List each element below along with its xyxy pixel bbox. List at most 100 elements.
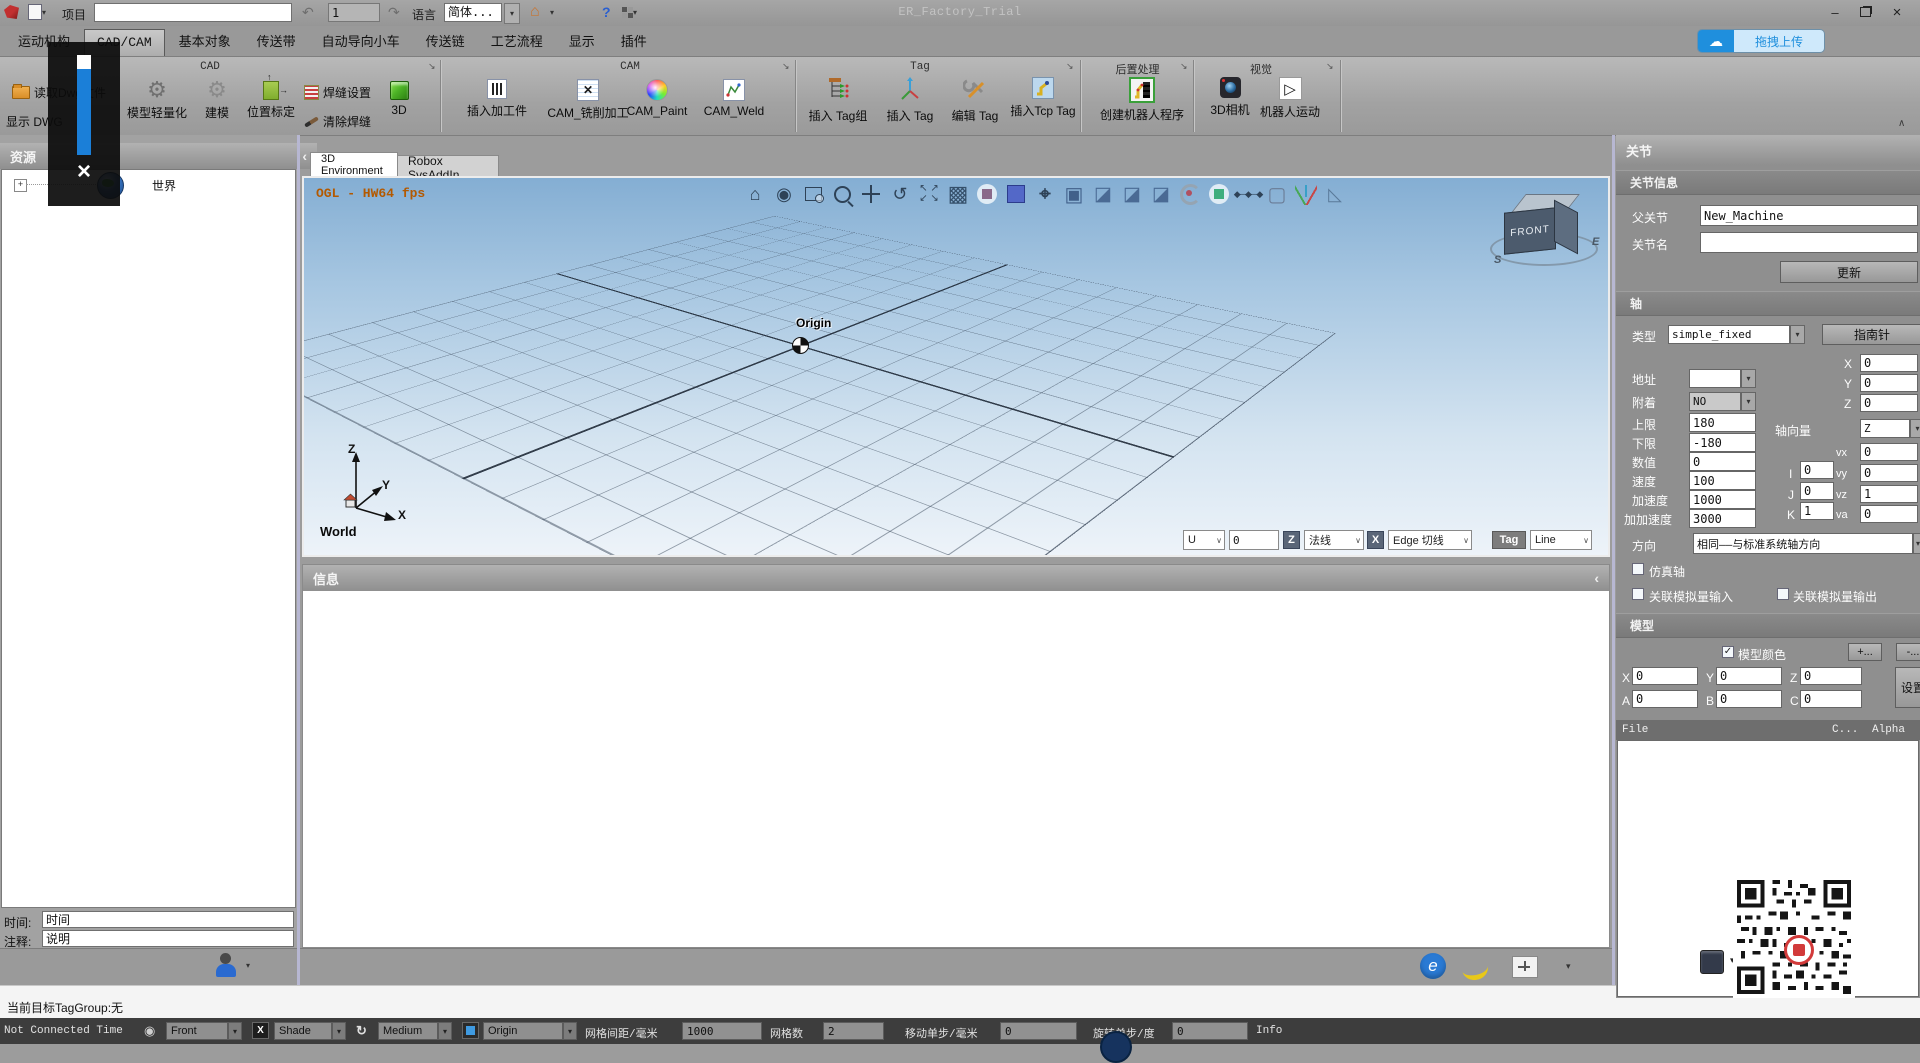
model-settings-button[interactable]: 设置 xyxy=(1895,667,1920,708)
insert-tcp-tag-button[interactable]: 插入Tcp Tag xyxy=(1008,77,1078,119)
x-toggle-button[interactable]: X xyxy=(1367,531,1384,549)
panel-robot-icon[interactable] xyxy=(1700,950,1724,974)
menu-tab-display[interactable]: 显示 xyxy=(557,26,607,56)
value-input[interactable] xyxy=(1689,452,1756,471)
edge-select[interactable]: Edge 切线 xyxy=(1388,530,1472,550)
select-rect-icon[interactable] xyxy=(1005,183,1027,205)
attach-select[interactable]: NO xyxy=(1689,392,1741,411)
swoosh-icon[interactable] xyxy=(1460,955,1490,983)
cad-dialog-launcher-icon[interactable]: ↘ xyxy=(428,61,436,72)
create-robot-program-button[interactable]: 创建机器人程序 xyxy=(1096,77,1188,123)
reference-icon-button[interactable] xyxy=(462,1022,479,1039)
alpha-column[interactable]: Alpha xyxy=(1872,724,1905,736)
u-select[interactable]: U xyxy=(1183,530,1225,550)
add-model-button[interactable]: +... xyxy=(1848,643,1882,661)
i-input[interactable] xyxy=(1800,461,1834,479)
robot-motion-button[interactable]: ▷ 机器人运动 xyxy=(1256,77,1324,120)
tag-dialog-launcher-icon[interactable]: ↘ xyxy=(1066,61,1074,72)
target-icon[interactable]: ⌖ xyxy=(1034,183,1056,205)
minimize-button[interactable]: – xyxy=(1820,2,1850,22)
note-input[interactable] xyxy=(42,930,294,947)
view-cube-letter-s[interactable]: S xyxy=(1494,254,1501,266)
remove-model-button[interactable]: -... xyxy=(1896,643,1920,661)
menu-tab-plugins[interactable]: 插件 xyxy=(609,26,659,56)
floating-assistant-button[interactable] xyxy=(1100,1031,1132,1063)
insert-tag-button[interactable]: 插入 Tag xyxy=(880,77,940,124)
vx-input[interactable] xyxy=(1860,443,1918,461)
origin-arrow[interactable]: ▾ xyxy=(563,1022,577,1040)
z-toggle-button[interactable]: Z xyxy=(1283,531,1300,549)
ribbon-collapse-icon[interactable]: ∧ xyxy=(1898,118,1905,129)
menu-tab-chain[interactable]: 传送链 xyxy=(414,26,477,56)
grid-spacing-input[interactable] xyxy=(682,1022,762,1040)
close-button[interactable]: × xyxy=(1882,2,1912,22)
shade-mode-arrow[interactable]: ▾ xyxy=(332,1022,346,1040)
va-input[interactable] xyxy=(1860,505,1918,523)
address-select[interactable] xyxy=(1689,369,1741,388)
direction-select[interactable]: 相同——与标准系统轴方向 xyxy=(1693,533,1913,554)
tree-expand-icon[interactable]: + xyxy=(14,179,27,192)
view-direction-select[interactable]: Front xyxy=(166,1022,228,1040)
3d-viewport[interactable]: OGL - HW64 fps ⌂ ◉ ↺ ↖ ↗↙ ↘ ▩ ⌖ ▣ ◪ ◪ ◪ … xyxy=(302,176,1610,557)
view-cube[interactable]: FRONT S E xyxy=(1512,194,1582,274)
rotate-view-icon[interactable]: ↺ xyxy=(889,183,911,205)
j-input[interactable] xyxy=(1800,482,1834,500)
position-calibration-button[interactable]: 位置标定 xyxy=(244,81,298,120)
sidebar-divider[interactable] xyxy=(297,135,300,985)
restore-button[interactable] xyxy=(1850,2,1880,22)
weld-settings-button[interactable]: 焊缝设置 xyxy=(304,84,371,101)
strip-chevron-icon[interactable]: ▾ xyxy=(1566,961,1571,972)
x-input[interactable] xyxy=(1860,354,1918,372)
zoom-icon[interactable] xyxy=(831,183,853,205)
rotate-point-icon[interactable] xyxy=(1179,183,1201,205)
z-input[interactable] xyxy=(1860,394,1918,412)
view-eye-icon[interactable]: ◉ xyxy=(773,183,795,205)
model-y-input[interactable] xyxy=(1716,667,1782,685)
view-cube-front-face[interactable]: FRONT xyxy=(1504,207,1556,254)
quality-arrow[interactable]: ▾ xyxy=(438,1022,452,1040)
vz-input[interactable] xyxy=(1860,485,1918,503)
path-points-icon[interactable]: ◆─◆─◆ xyxy=(1237,183,1259,205)
box-points-icon[interactable]: ▢ xyxy=(1266,183,1288,205)
axis-vector-select[interactable]: Z xyxy=(1860,419,1910,438)
line-select[interactable]: Line xyxy=(1530,530,1592,550)
color-column[interactable]: C... xyxy=(1832,724,1858,736)
clip-plane-x-icon[interactable]: ◪ xyxy=(1092,183,1114,205)
menu-tab-basic-objects[interactable]: 基本对象 xyxy=(167,26,243,56)
tree-node-world[interactable]: 世界 xyxy=(152,177,176,194)
normal-select[interactable]: 法线 xyxy=(1304,530,1364,550)
clear-weld-button[interactable]: 清除焊缝 xyxy=(304,113,371,130)
tag-button[interactable]: Tag xyxy=(1492,531,1526,549)
status-x-button[interactable]: X xyxy=(252,1022,269,1039)
browser-globe-icon[interactable]: e xyxy=(1420,953,1446,979)
speed-input[interactable] xyxy=(1689,471,1756,490)
view-direction-arrow[interactable]: ▾ xyxy=(228,1022,242,1040)
model-a-input[interactable] xyxy=(1632,690,1698,708)
model-z-input[interactable] xyxy=(1800,667,1862,685)
analog-in-checkbox[interactable] xyxy=(1632,588,1644,600)
operator-chevron-icon[interactable]: ▾ xyxy=(246,961,250,970)
post-dialog-launcher-icon[interactable]: ↘ xyxy=(1180,61,1188,72)
clip-plane-z-icon[interactable]: ◪ xyxy=(1150,183,1172,205)
quality-select[interactable]: Medium xyxy=(378,1022,438,1040)
cam-dialog-launcher-icon[interactable]: ↘ xyxy=(782,61,790,72)
insert-workpiece-button[interactable]: 插入加工件 xyxy=(460,79,534,119)
origin-select[interactable]: Origin xyxy=(483,1022,563,1040)
kinematics-icon[interactable] xyxy=(1512,956,1538,978)
pan-icon[interactable] xyxy=(860,183,882,205)
vy-input[interactable] xyxy=(1860,464,1918,482)
insert-tag-group-button[interactable]: 插入 Tag组 xyxy=(802,77,874,124)
file-column[interactable]: File xyxy=(1622,724,1648,736)
compass-button[interactable]: 指南针 xyxy=(1822,324,1920,345)
cam-paint-button[interactable]: CAM_Paint xyxy=(624,79,690,118)
clip-plane-y-icon[interactable]: ◪ xyxy=(1121,183,1143,205)
update-button[interactable]: 更新 xyxy=(1780,261,1918,283)
model-x-input[interactable] xyxy=(1632,667,1698,685)
time-input[interactable] xyxy=(42,911,294,928)
modeling-button[interactable]: ⚙ 建模 xyxy=(198,79,236,121)
info-collapse-icon[interactable]: ‹ xyxy=(1594,570,1599,586)
snap-face-icon[interactable] xyxy=(1208,183,1230,205)
render-solid-icon[interactable] xyxy=(976,183,998,205)
hatch-mode-icon[interactable]: ▩ xyxy=(947,183,969,205)
grid-count-input[interactable] xyxy=(823,1022,884,1040)
